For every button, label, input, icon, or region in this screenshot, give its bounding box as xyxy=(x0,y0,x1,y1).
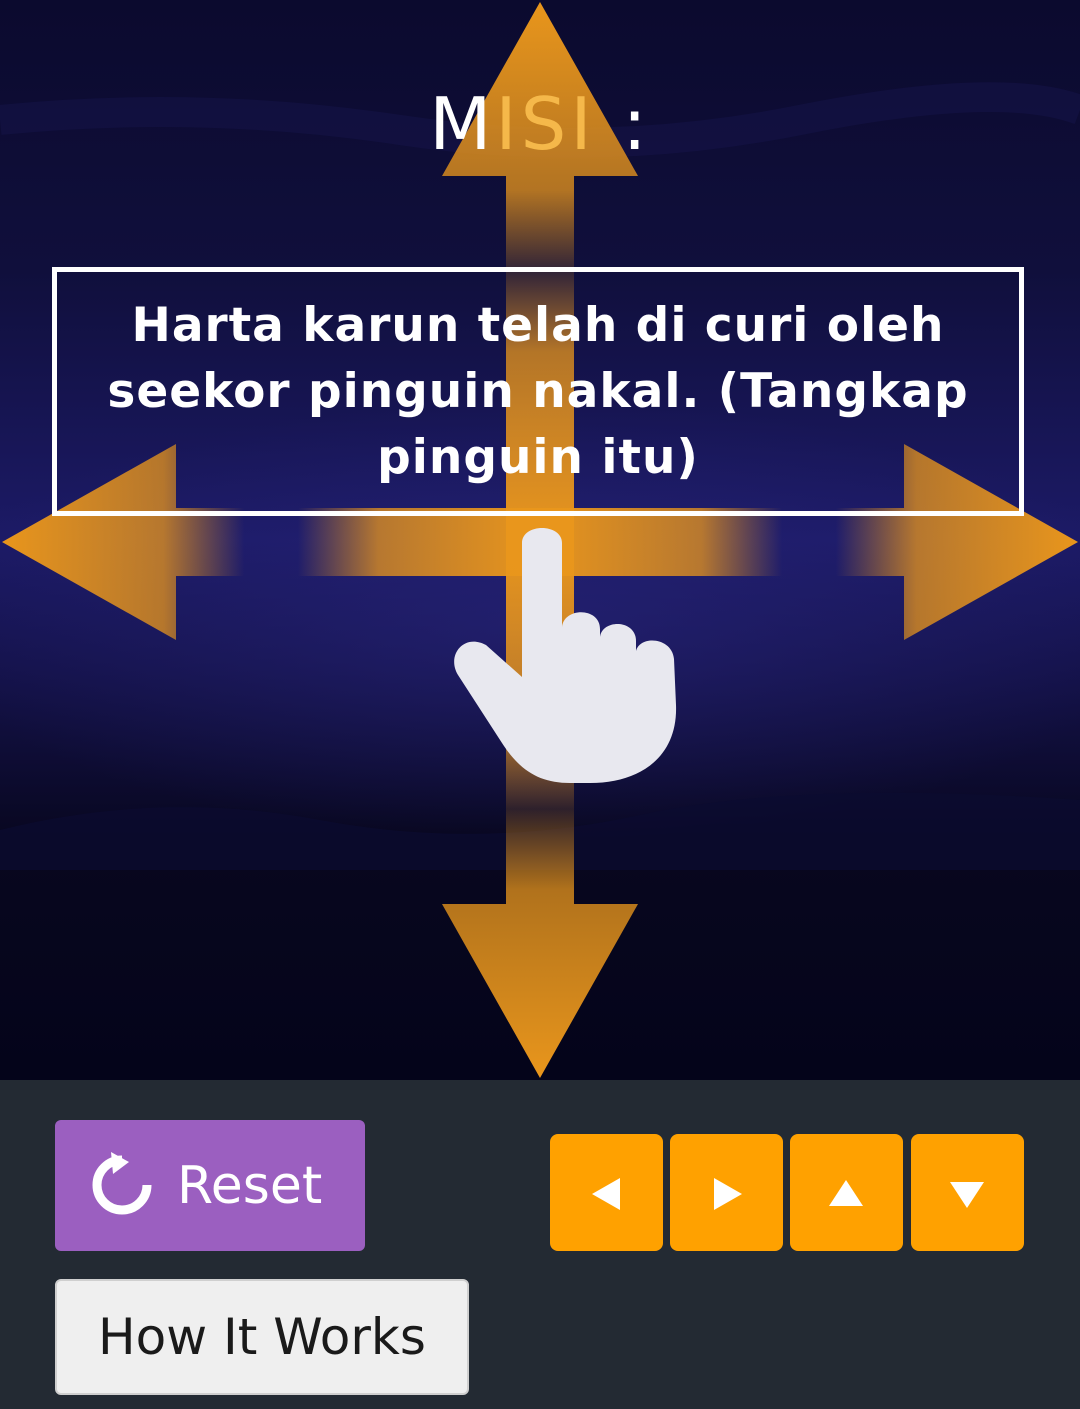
refresh-icon xyxy=(92,1152,152,1215)
move-down-button[interactable] xyxy=(911,1134,1024,1251)
triangle-right-icon xyxy=(714,1178,742,1210)
how-it-works-button[interactable]: How It Works xyxy=(55,1279,469,1395)
move-up-button[interactable] xyxy=(790,1134,903,1251)
reset-button[interactable]: Reset xyxy=(55,1120,365,1251)
move-right-button[interactable] xyxy=(670,1134,783,1251)
mission-text: Harta karun telah di curi oleh seekor pi… xyxy=(107,297,969,485)
control-panel: Reset How It Works xyxy=(0,1080,1080,1409)
reset-label: Reset xyxy=(177,1156,323,1216)
mission-box: Harta karun telah di curi oleh seekor pi… xyxy=(52,267,1024,516)
game-stage[interactable]: MISI : Harta karun telah di curi oleh se… xyxy=(0,0,1080,1080)
how-it-works-label: How It Works xyxy=(98,1308,426,1366)
pointing-hand-icon xyxy=(454,528,677,783)
move-left-button[interactable] xyxy=(550,1134,663,1251)
triangle-down-icon xyxy=(950,1182,984,1208)
triangle-up-icon xyxy=(829,1180,863,1206)
mission-title: MISI : xyxy=(429,82,651,166)
triangle-left-icon xyxy=(592,1178,620,1210)
